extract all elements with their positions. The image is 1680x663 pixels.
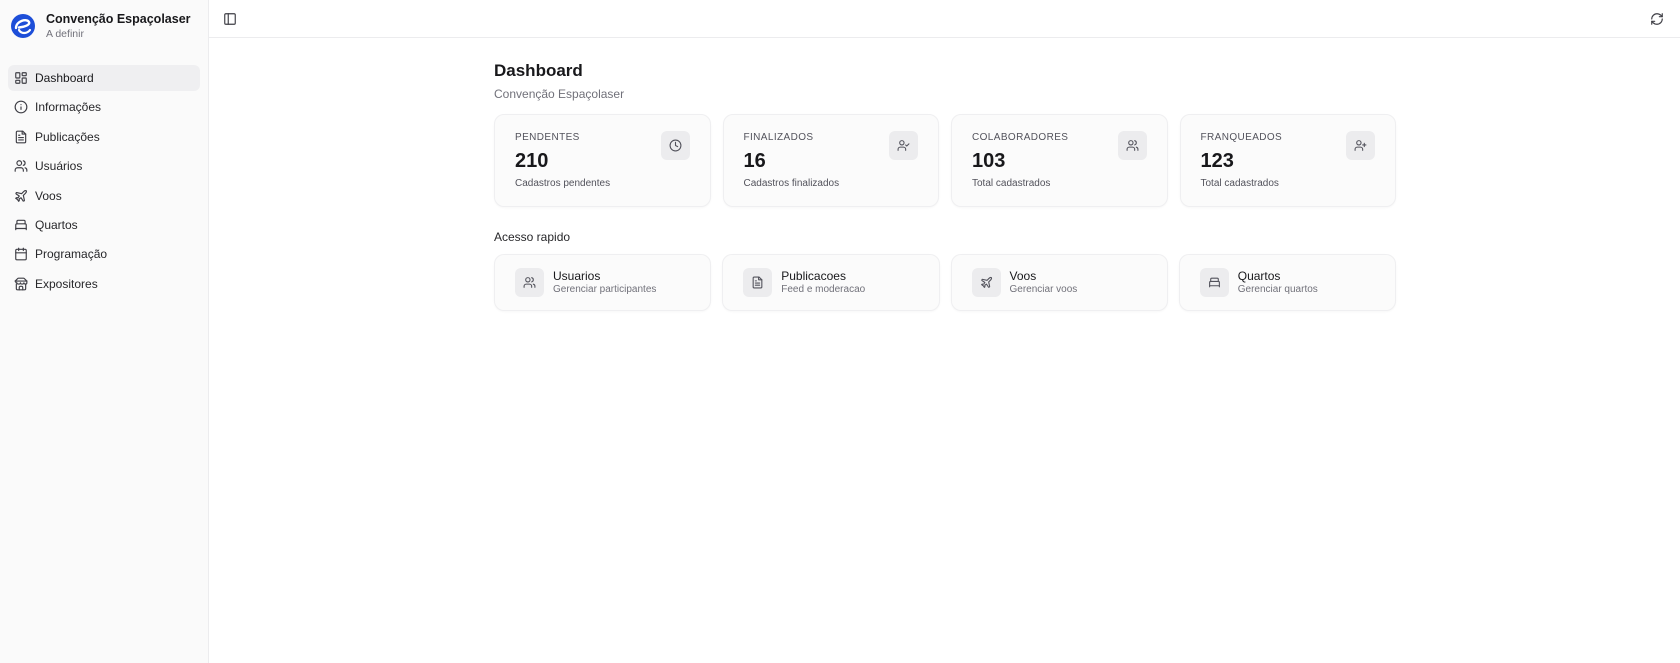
sidebar-toggle-button[interactable]: [223, 12, 237, 26]
page-title: Dashboard: [494, 61, 583, 80]
quick-access-description: Feed e moderacao: [781, 284, 866, 295]
plane-icon: [971, 268, 1001, 297]
sidebar-item-label: Usuários: [35, 159, 83, 174]
sidebar-item-usuarios[interactable]: Usuários: [8, 153, 200, 179]
stat-card-colaboradores: COLABORADORES 103 Total cadastrados: [951, 114, 1168, 207]
stats-grid: PENDENTES 210 Cadastros pendentes FINALI…: [494, 114, 1396, 207]
quick-access-title: Acesso rapido: [494, 230, 571, 244]
sidebar-item-label: Programação: [35, 247, 108, 262]
calendar-icon: [14, 247, 28, 261]
users-icon: [515, 268, 544, 297]
quick-access-description: Gerenciar participantes: [553, 284, 657, 295]
sidebar-item-informacoes[interactable]: Informações: [8, 94, 200, 120]
page-subtitle: Convenção Espaçolaser: [494, 87, 625, 101]
users-icon: [14, 159, 28, 173]
quick-access-title-text: Usuarios: [553, 269, 601, 283]
main-content: Dashboard Convenção Espaçolaser PENDENTE…: [494, 60, 1396, 311]
bed-icon: [14, 218, 28, 232]
sidebar-item-voos[interactable]: Voos: [8, 183, 200, 209]
sidebar-item-expositores[interactable]: Expositores: [8, 271, 200, 297]
stat-card-finalizados: FINALIZADOS 16 Cadastros finalizados: [722, 114, 939, 207]
brand[interactable]: Convenção Espaçolaser A definir: [0, 0, 208, 52]
store-icon: [14, 277, 28, 291]
quick-access-description: Gerenciar quartos: [1237, 284, 1318, 295]
stat-description: Total cadastrados: [1200, 178, 1279, 189]
layout-grid-icon: [14, 71, 28, 85]
sidebar-item-programacao[interactable]: Programação: [8, 241, 200, 267]
quick-access-quartos[interactable]: Quartos Gerenciar quartos: [1178, 254, 1396, 311]
panel-left-icon: [224, 13, 236, 25]
sidebar-item-label: Expositores: [35, 276, 98, 291]
refresh-icon: [1651, 13, 1663, 25]
quick-access-title-text: Voos: [1009, 269, 1037, 283]
sidebar-item-label: Quartos: [35, 217, 78, 232]
sidebar-item-label: Informações: [35, 100, 102, 115]
file-text-icon: [14, 130, 28, 144]
quick-access-title-text: Quartos: [1237, 269, 1281, 283]
users-icon: [1117, 131, 1147, 160]
info-icon: [14, 100, 28, 114]
sidebar-item-label: Publicações: [35, 129, 100, 144]
stat-description: Total cadastrados: [972, 178, 1051, 189]
plane-icon: [14, 189, 28, 203]
sidebar-item-publicacoes[interactable]: Publicações: [8, 124, 200, 150]
sidebar: Convenção Espaçolaser A definir Dashboar…: [0, 0, 209, 663]
refresh-button[interactable]: [1650, 12, 1664, 26]
sidebar-item-label: Dashboard: [35, 71, 94, 85]
sidebar-item-dashboard[interactable]: Dashboard: [8, 65, 200, 91]
brand-logo: [11, 14, 35, 38]
quick-access-description: Gerenciar voos: [1009, 284, 1078, 295]
sidebar-item-label: Voos: [35, 188, 62, 203]
file-text-icon: [743, 268, 773, 297]
stat-description: Cadastros pendentes: [515, 178, 611, 189]
stat-description: Cadastros finalizados: [743, 178, 840, 189]
quick-access-voos[interactable]: Voos Gerenciar voos: [950, 254, 1168, 311]
app-subtitle: A definir: [46, 28, 84, 40]
quick-access-publicacoes[interactable]: Publicacoes Feed e moderacao: [722, 254, 940, 311]
stat-card-pendentes: PENDENTES 210 Cadastros pendentes: [494, 114, 711, 207]
quick-access-title-text: Publicacoes: [781, 269, 846, 283]
sidebar-item-quartos[interactable]: Quartos: [8, 212, 200, 238]
app-name: Convenção Espaçolaser: [46, 12, 191, 26]
user-plus-icon: [1346, 131, 1375, 160]
clock-icon: [660, 131, 690, 160]
topbar: [209, 0, 1680, 38]
user-check-icon: [889, 131, 918, 160]
quick-access-usuarios[interactable]: Usuarios Gerenciar participantes: [494, 254, 712, 311]
sidebar-nav: Dashboard Informações Publicações Usuári…: [0, 52, 208, 297]
quick-access-grid: Usuarios Gerenciar participantes Publica…: [494, 254, 1396, 311]
stat-card-franqueados: FRANQUEADOS 123 Total cadastrados: [1179, 114, 1396, 207]
bed-icon: [1199, 268, 1229, 297]
